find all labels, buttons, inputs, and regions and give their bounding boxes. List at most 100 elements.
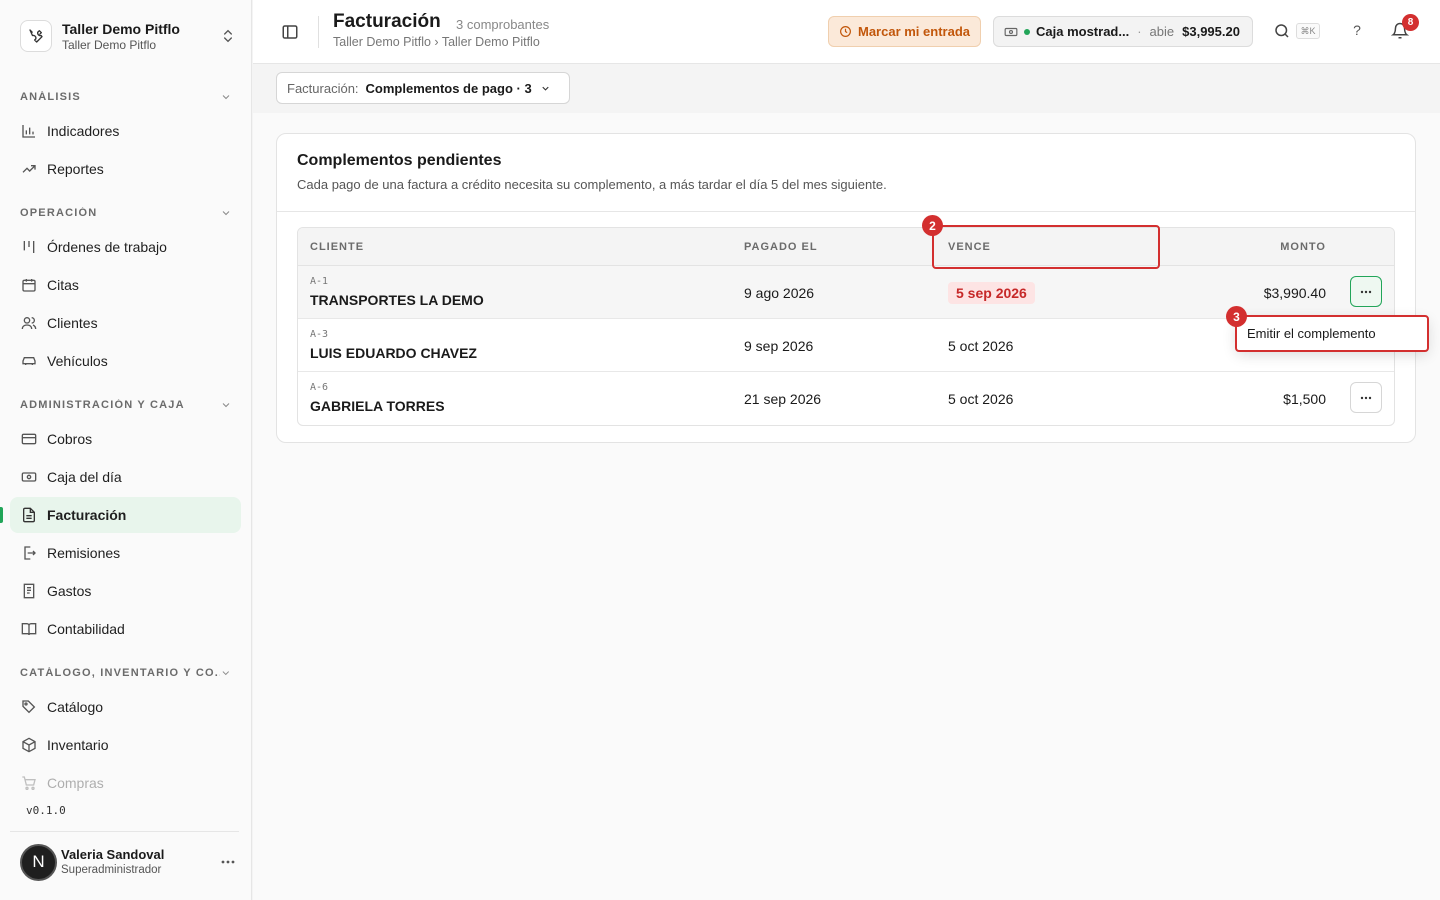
- sidebar-item-citas[interactable]: Citas: [10, 267, 241, 303]
- section-administracion[interactable]: ADMINISTRACIÓN Y CAJA: [20, 396, 232, 414]
- calendar-icon: [20, 277, 37, 294]
- sidebar-item-cobros[interactable]: Cobros: [10, 421, 241, 457]
- folio-code: A-3: [310, 329, 329, 340]
- section-catalogo[interactable]: CATÁLOGO, INVENTARIO Y CO...: [20, 664, 232, 682]
- folio-code: A-1: [310, 276, 329, 287]
- clock-icon: [840, 26, 851, 37]
- divider: [277, 211, 1415, 212]
- annotation-marker: 3: [1226, 306, 1247, 327]
- org-subtitle: Taller Demo Pitflo: [62, 37, 157, 52]
- menu-item-label: Emitir el complemento: [1247, 326, 1376, 341]
- complementos-card: Complementos pendientes Cada pago de una…: [276, 133, 1416, 443]
- sidebar: Taller Demo Pitflo Taller Demo Pitflo AN…: [0, 0, 252, 900]
- sidebar-item-inventario[interactable]: Inventario: [10, 727, 241, 763]
- chevron-down-icon: [222, 211, 230, 216]
- user-menu[interactable]: N Valeria Sandoval Superadministrador: [20, 843, 238, 881]
- pagado-date: 21 sep 2026: [744, 391, 822, 407]
- chevron-down-icon: [222, 95, 230, 100]
- status-dot: [1024, 28, 1030, 35]
- row-actions-button[interactable]: [1350, 276, 1382, 307]
- sidebar-item-contabilidad[interactable]: Contabilidad: [10, 611, 241, 647]
- filter-label: Facturación:: [287, 80, 359, 96]
- annotation-marker: 2: [922, 215, 943, 236]
- caja-separator: ·: [1137, 24, 1142, 39]
- sidebar-item-clientes[interactable]: Clientes: [10, 305, 241, 341]
- sidebar-item-ordenes[interactable]: Órdenes de trabajo: [10, 229, 241, 265]
- sidebar-item-caja[interactable]: Caja del día: [10, 459, 241, 495]
- row-actions-button[interactable]: [1350, 382, 1382, 413]
- more-horizontal-icon: [1360, 290, 1372, 293]
- chevrons-up-down-icon: [224, 29, 232, 43]
- sidebar-item-catalogo[interactable]: Catálogo: [10, 689, 241, 725]
- vence-date: 5 oct 2026: [948, 338, 1014, 354]
- pagado-date: 9 ago 2026: [744, 285, 815, 301]
- sidebar-item-compras[interactable]: Compras: [10, 765, 241, 801]
- chevron-down-icon: [222, 671, 230, 676]
- avatar: N: [20, 843, 57, 881]
- marcar-entrada-label: Marcar mi entrada: [858, 24, 970, 39]
- sidebar-item-remisiones[interactable]: Remisiones: [10, 535, 241, 571]
- section-operacion[interactable]: OPERACIÓN: [20, 204, 232, 222]
- menu-item-emitir-complemento[interactable]: Emitir el complemento: [1236, 316, 1428, 351]
- wrench-icon: [20, 20, 52, 52]
- column-header-pagado[interactable]: PAGADO EL: [744, 241, 818, 253]
- table-row[interactable]: A-6 GABRIELA TORRES 21 sep 2026 5 oct 20…: [298, 372, 1394, 425]
- complementos-table: CLIENTE PAGADO EL VENCE MONTO A-1 TRANSP…: [297, 227, 1395, 426]
- app-version: v0.1.0: [26, 804, 66, 817]
- cart-icon: [20, 775, 37, 792]
- chevron-down-icon: [542, 86, 549, 91]
- document-icon: [20, 507, 37, 524]
- sidebar-toggle-icon[interactable]: [280, 22, 300, 42]
- user-name: Valeria Sandoval: [61, 847, 165, 862]
- org-switcher[interactable]: Taller Demo Pitflo Taller Demo Pitflo: [20, 17, 236, 55]
- marcar-entrada-button[interactable]: Marcar mi entrada: [828, 16, 981, 47]
- search-icon[interactable]: [1273, 22, 1291, 40]
- sidebar-item-facturacion[interactable]: Facturación: [10, 497, 241, 533]
- card-subtitle: Cada pago de una factura a crédito neces…: [297, 177, 887, 192]
- section-analisis[interactable]: ANÁLISIS: [20, 88, 232, 106]
- divider: [318, 16, 319, 48]
- pagado-date: 9 sep 2026: [744, 338, 814, 354]
- file-export-icon: [20, 545, 37, 562]
- chevron-down-icon: [222, 403, 230, 408]
- kanban-icon: [20, 239, 37, 256]
- users-icon: [20, 315, 37, 332]
- receipt-icon: [20, 583, 37, 600]
- sidebar-item-indicadores[interactable]: Indicadores: [10, 113, 241, 149]
- book-icon: [20, 621, 37, 638]
- sidebar-item-vehiculos[interactable]: Vehículos: [10, 343, 241, 379]
- caja-name: Caja mostrad...: [1036, 24, 1130, 39]
- vence-date-overdue-badge: 5 sep 2026: [948, 282, 1035, 304]
- tag-icon: [20, 699, 37, 716]
- notification-badge: 8: [1402, 14, 1419, 31]
- org-name: Taller Demo Pitflo: [62, 20, 180, 37]
- more-horizontal-icon[interactable]: [218, 852, 238, 872]
- cliente-name: LUIS EDUARDO CHAVEZ: [310, 345, 477, 361]
- breadcrumb[interactable]: Taller Demo Pitflo › Taller Demo Pitflo: [333, 35, 540, 49]
- column-header-monto[interactable]: MONTO: [1280, 241, 1326, 253]
- page-count: 3 comprobantes: [456, 17, 550, 32]
- column-header-vence[interactable]: VENCE: [948, 241, 991, 253]
- active-indicator: [0, 507, 3, 523]
- filter-value: Complementos de pago · 3: [365, 80, 532, 96]
- caja-selector[interactable]: Caja mostrad... · abie $3,995.20: [993, 16, 1253, 47]
- box-icon: [20, 737, 37, 754]
- table-row[interactable]: A-3 LUIS EDUARDO CHAVEZ 9 sep 2026 5 oct…: [298, 319, 1394, 372]
- help-button[interactable]: ?: [1348, 22, 1366, 40]
- monto-amount: $1,500: [1283, 391, 1326, 407]
- page-title: Facturación: [333, 11, 441, 32]
- facturacion-filter-select[interactable]: Facturación: Complementos de pago · 3: [276, 72, 570, 104]
- caja-amount: $3,995.20: [1182, 24, 1240, 39]
- cash-icon: [1004, 27, 1018, 36]
- more-horizontal-icon: [1360, 396, 1372, 399]
- table-header: CLIENTE PAGADO EL VENCE MONTO: [298, 228, 1394, 266]
- caja-status: abie: [1149, 24, 1175, 39]
- trend-up-icon: [20, 161, 37, 178]
- card-title: Complementos pendientes: [297, 152, 502, 169]
- sidebar-item-reportes[interactable]: Reportes: [10, 151, 241, 187]
- monto-amount: $3,990.40: [1263, 285, 1326, 301]
- cliente-name: GABRIELA TORRES: [310, 398, 445, 414]
- sidebar-item-gastos[interactable]: Gastos: [10, 573, 241, 609]
- credit-card-icon: [20, 431, 37, 448]
- column-header-cliente[interactable]: CLIENTE: [310, 241, 364, 253]
